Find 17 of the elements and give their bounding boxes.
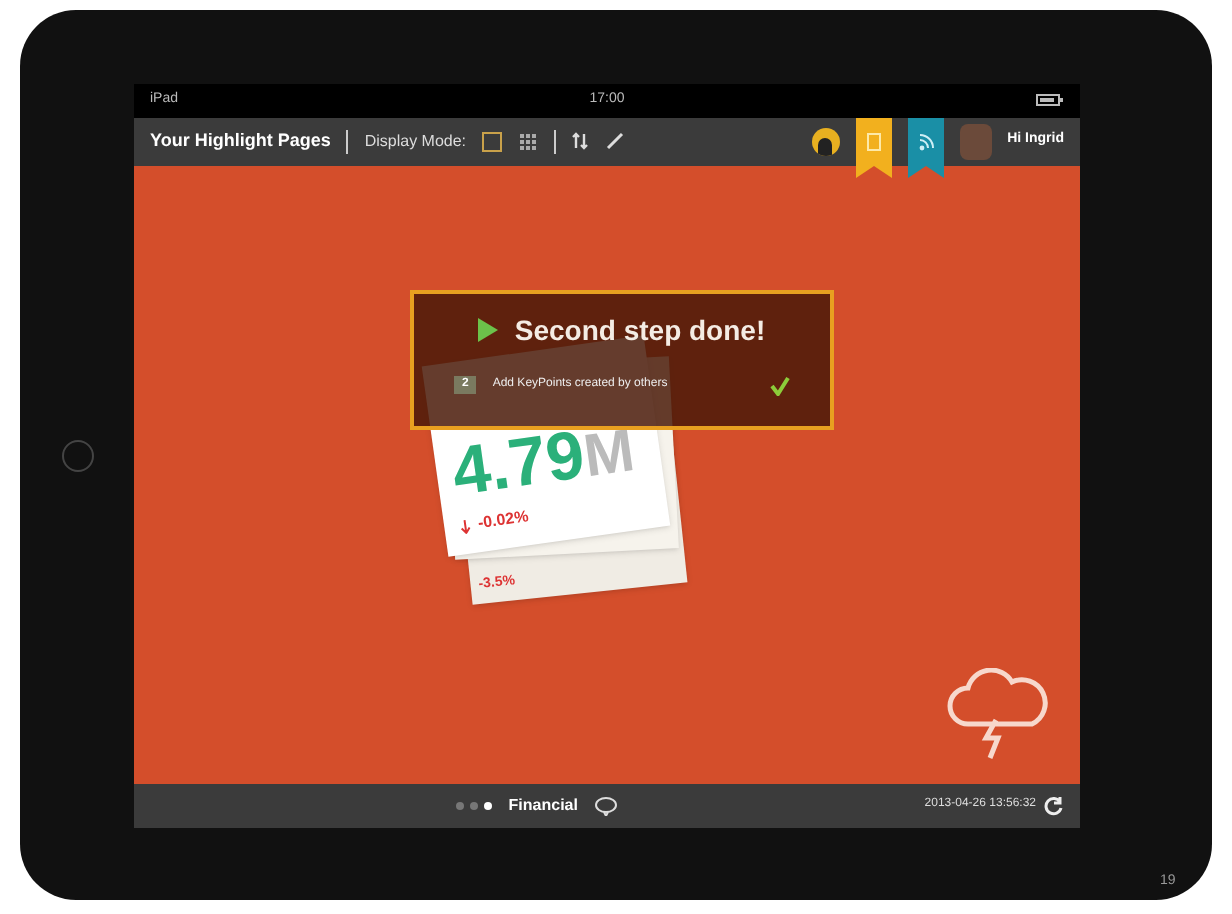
refresh-icon[interactable] — [1044, 795, 1064, 815]
change-value: -0.02% — [476, 504, 531, 536]
avatar-icon[interactable] — [811, 127, 840, 155]
metric-unit: M — [580, 421, 639, 488]
down-arrow-icon — [459, 517, 472, 533]
flag-icon — [478, 318, 499, 342]
chat-bubble-icon[interactable] — [593, 795, 618, 815]
category-label: Financial — [508, 793, 578, 817]
pencil-icon[interactable] — [606, 132, 625, 150]
notification-title: Second step done! — [514, 311, 766, 350]
battery-icon — [1035, 94, 1064, 106]
storm-cloud-icon — [944, 667, 1052, 759]
grid-view-button[interactable] — [518, 131, 539, 151]
single-view-button[interactable] — [482, 131, 503, 151]
sort-icon[interactable] — [572, 132, 591, 150]
display-mode-label: Display Mode: — [364, 129, 467, 153]
page-title: Your Highlight Pages — [150, 127, 331, 154]
